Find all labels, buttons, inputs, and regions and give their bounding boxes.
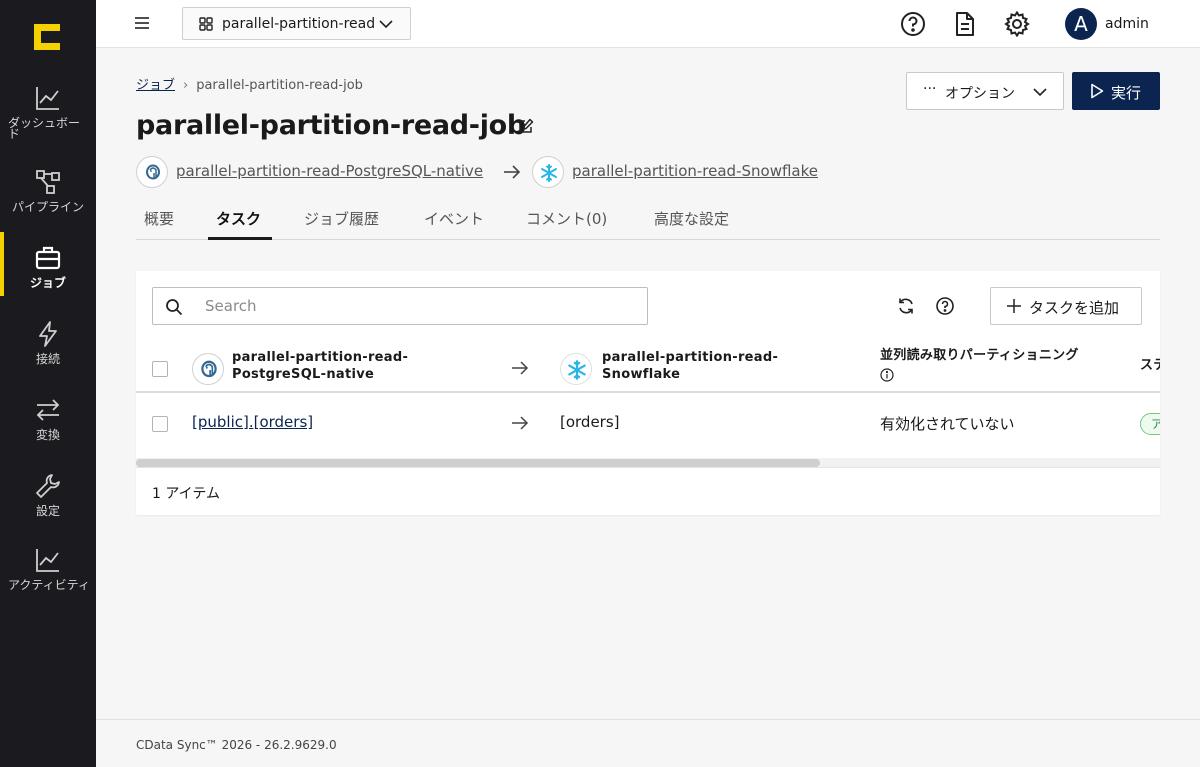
search-icon bbox=[166, 299, 183, 316]
sidebar-item-transform[interactable]: 変換 bbox=[0, 396, 96, 464]
chevron-down-icon bbox=[1033, 88, 1047, 97]
table-footer: 1 アイテム bbox=[136, 467, 1160, 515]
column-header-source[interactable]: parallel-partition-read-PostgreSQL-nativ… bbox=[232, 349, 452, 383]
tasks-card: タスクを追加 parallel-partition-read-PostgreSQ… bbox=[136, 271, 1160, 515]
cdata-logo-icon[interactable] bbox=[32, 22, 62, 52]
breadcrumb-separator: › bbox=[183, 78, 189, 93]
source-connection-link[interactable]: parallel-partition-read-PostgreSQL-nativ… bbox=[176, 162, 483, 180]
select-all-checkbox[interactable] bbox=[152, 361, 168, 377]
hamburger-menu-icon[interactable] bbox=[134, 14, 150, 32]
arrow-right-icon bbox=[512, 416, 529, 430]
page-footer: CData Sync™ 2026 - 26.2.9629.0 bbox=[96, 719, 1200, 767]
sidebar-item-pipeline[interactable]: パイプライン bbox=[0, 168, 96, 236]
sidebar-item-activity[interactable]: アクティビティ bbox=[0, 546, 96, 614]
gear-icon[interactable] bbox=[1004, 11, 1030, 37]
avatar[interactable]: A bbox=[1065, 8, 1097, 40]
sidebar-item-label: ジョブ bbox=[29, 276, 66, 290]
column-header-partitioning[interactable]: 並列読み取りパーティショニング bbox=[880, 347, 1120, 364]
tab-comments[interactable]: コメント(0) bbox=[526, 208, 607, 229]
ellipsis-icon: ··· bbox=[923, 81, 937, 97]
arrow-right-icon bbox=[504, 165, 521, 179]
source-connection: parallel-partition-read-PostgreSQL-nativ… bbox=[136, 156, 496, 188]
options-label: オプション bbox=[945, 86, 1015, 102]
arrow-right-icon bbox=[512, 361, 529, 375]
sidebar-item-label: 変換 bbox=[35, 428, 60, 442]
breadcrumb: ジョブ › parallel-partition-read-job bbox=[136, 74, 363, 93]
pipeline-icon bbox=[36, 170, 60, 194]
row-checkbox[interactable] bbox=[152, 416, 168, 432]
sidebar-item-label: パイプライン bbox=[11, 200, 84, 214]
workspace-name: parallel-partition-read bbox=[222, 16, 376, 32]
workspace-grid-icon bbox=[199, 17, 213, 31]
activity-chart-icon bbox=[36, 549, 59, 572]
play-icon bbox=[1091, 83, 1104, 99]
info-icon[interactable] bbox=[880, 368, 894, 382]
column-header-status[interactable]: ステ bbox=[1140, 357, 1160, 374]
item-count: 1 アイテム bbox=[152, 486, 220, 502]
add-task-label: タスクを追加 bbox=[1029, 299, 1120, 317]
postgresql-logo-icon bbox=[192, 353, 224, 385]
sidebar-item-label: アクティビティ bbox=[8, 578, 90, 592]
run-button[interactable]: 実行 bbox=[1072, 72, 1160, 110]
task-destination: [orders] bbox=[560, 413, 620, 431]
sidebar-item-dashboard[interactable]: ダッシュボード bbox=[0, 84, 96, 152]
transform-arrows-icon bbox=[36, 399, 60, 421]
help-icon[interactable] bbox=[900, 11, 926, 37]
lightning-icon bbox=[39, 321, 57, 347]
refresh-icon[interactable] bbox=[896, 296, 916, 316]
sidebar: ダッシュボード パイプライン ジョブ 接続 変換 設定 アクティビティ bbox=[0, 0, 96, 767]
sidebar-item-settings[interactable]: 設定 bbox=[0, 472, 96, 540]
version-text: CData Sync™ 2026 - 26.2.9629.0 bbox=[136, 738, 337, 752]
snowflake-logo-icon bbox=[560, 353, 592, 385]
sidebar-item-label: 接続 bbox=[35, 352, 60, 366]
tab-advanced-settings[interactable]: 高度な設定 bbox=[654, 208, 729, 229]
tab-tasks[interactable]: タスク bbox=[216, 208, 261, 229]
username[interactable]: admin bbox=[1105, 16, 1149, 32]
table-row: [public].[orders] [orders] 有効化されていない ア bbox=[136, 393, 1160, 453]
options-button[interactable]: ··· オプション bbox=[906, 72, 1064, 110]
task-partitioning-value: 有効化されていない bbox=[880, 415, 1015, 433]
sidebar-item-label: 設定 bbox=[35, 504, 60, 518]
briefcase-icon bbox=[35, 246, 61, 270]
breadcrumb-link-jobs[interactable]: ジョブ bbox=[136, 78, 175, 93]
tab-events[interactable]: イベント bbox=[424, 208, 484, 229]
sidebar-item-jobs[interactable]: ジョブ bbox=[0, 232, 96, 312]
status-badge: ア bbox=[1140, 413, 1160, 435]
destination-connection: parallel-partition-read-Snowflake bbox=[532, 156, 852, 188]
chevron-down-icon bbox=[379, 20, 393, 29]
page-title: parallel-partition-read-job bbox=[136, 110, 526, 141]
edit-icon[interactable] bbox=[518, 118, 534, 134]
tab-bar: 概要 タスク ジョブ履歴 イベント コメント(0) 高度な設定 bbox=[136, 200, 1160, 240]
tab-overview[interactable]: 概要 bbox=[144, 208, 174, 229]
search-input[interactable] bbox=[205, 296, 625, 316]
top-bar: parallel-partition-read A admin bbox=[96, 0, 1200, 48]
destination-connection-link[interactable]: parallel-partition-read-Snowflake bbox=[572, 162, 818, 180]
scrollbar-thumb[interactable] bbox=[136, 459, 820, 467]
add-task-button[interactable]: タスクを追加 bbox=[990, 287, 1142, 325]
wrench-icon bbox=[36, 474, 60, 498]
plus-icon bbox=[1007, 299, 1021, 313]
table-header: parallel-partition-read-PostgreSQL-nativ… bbox=[136, 341, 1160, 393]
sidebar-item-label: ダッシュボード bbox=[8, 116, 81, 141]
sidebar-item-connections[interactable]: 接続 bbox=[0, 320, 96, 388]
document-icon[interactable] bbox=[952, 11, 978, 37]
run-label: 実行 bbox=[1111, 84, 1142, 102]
postgresql-logo-icon bbox=[136, 156, 168, 188]
tab-job-history[interactable]: ジョブ履歴 bbox=[304, 208, 379, 229]
chart-line-icon bbox=[36, 87, 59, 110]
snowflake-logo-icon bbox=[532, 156, 564, 188]
task-source-link[interactable]: [public].[orders] bbox=[192, 413, 313, 431]
column-header-destination[interactable]: parallel-partition-read-Snowflake bbox=[602, 349, 812, 383]
help-icon[interactable] bbox=[935, 296, 955, 316]
breadcrumb-current: parallel-partition-read-job bbox=[196, 78, 363, 93]
search-box bbox=[152, 287, 648, 325]
active-tab-indicator bbox=[208, 237, 272, 240]
workspace-select[interactable]: parallel-partition-read bbox=[182, 7, 411, 40]
